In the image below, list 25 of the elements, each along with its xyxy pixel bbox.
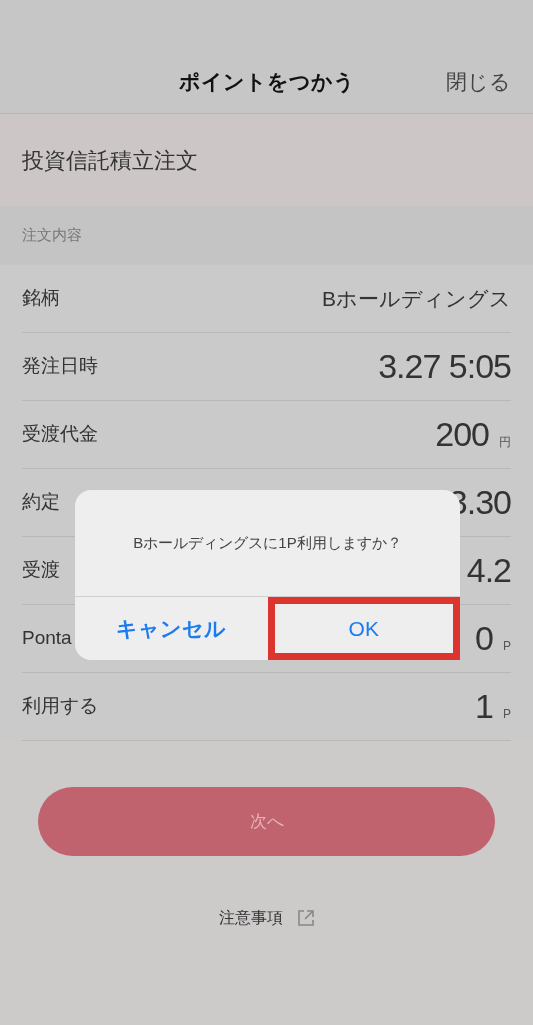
row-label: 発注日時: [22, 354, 98, 379]
unit-label: P: [503, 706, 511, 723]
dialog-button[interactable]: OK: [267, 597, 460, 660]
external-link-icon: [296, 909, 315, 927]
row-value: Bホールディングス: [322, 285, 511, 312]
row-value: 200: [435, 414, 489, 455]
unit-label: 円: [499, 434, 511, 451]
dialog-button[interactable]: キャンセル: [75, 597, 268, 660]
notice-link[interactable]: 注意事項: [218, 906, 315, 930]
row-value: 1: [475, 686, 493, 727]
section-heading: 注文内容: [22, 225, 82, 246]
unit-label: P: [503, 638, 511, 655]
dialog-message: Bホールディングスに1P利用しますか？: [133, 532, 402, 553]
close-button[interactable]: 閉じる: [446, 65, 511, 97]
row-label: Ponta: [22, 626, 72, 651]
row-value: 0: [475, 618, 493, 659]
row-label: 利用する: [22, 694, 98, 719]
screen-title: ポイントをつかう: [178, 68, 355, 96]
row-value: 3.27 5:05: [378, 346, 511, 387]
row-label: 約定: [22, 490, 60, 515]
row-label: 受渡: [22, 558, 60, 583]
order-type: 投資信託積立注文: [22, 146, 198, 175]
row-value: 4.2: [466, 550, 511, 591]
row-label: 銘柄: [22, 286, 60, 311]
row-label: 受渡代金: [22, 422, 98, 447]
